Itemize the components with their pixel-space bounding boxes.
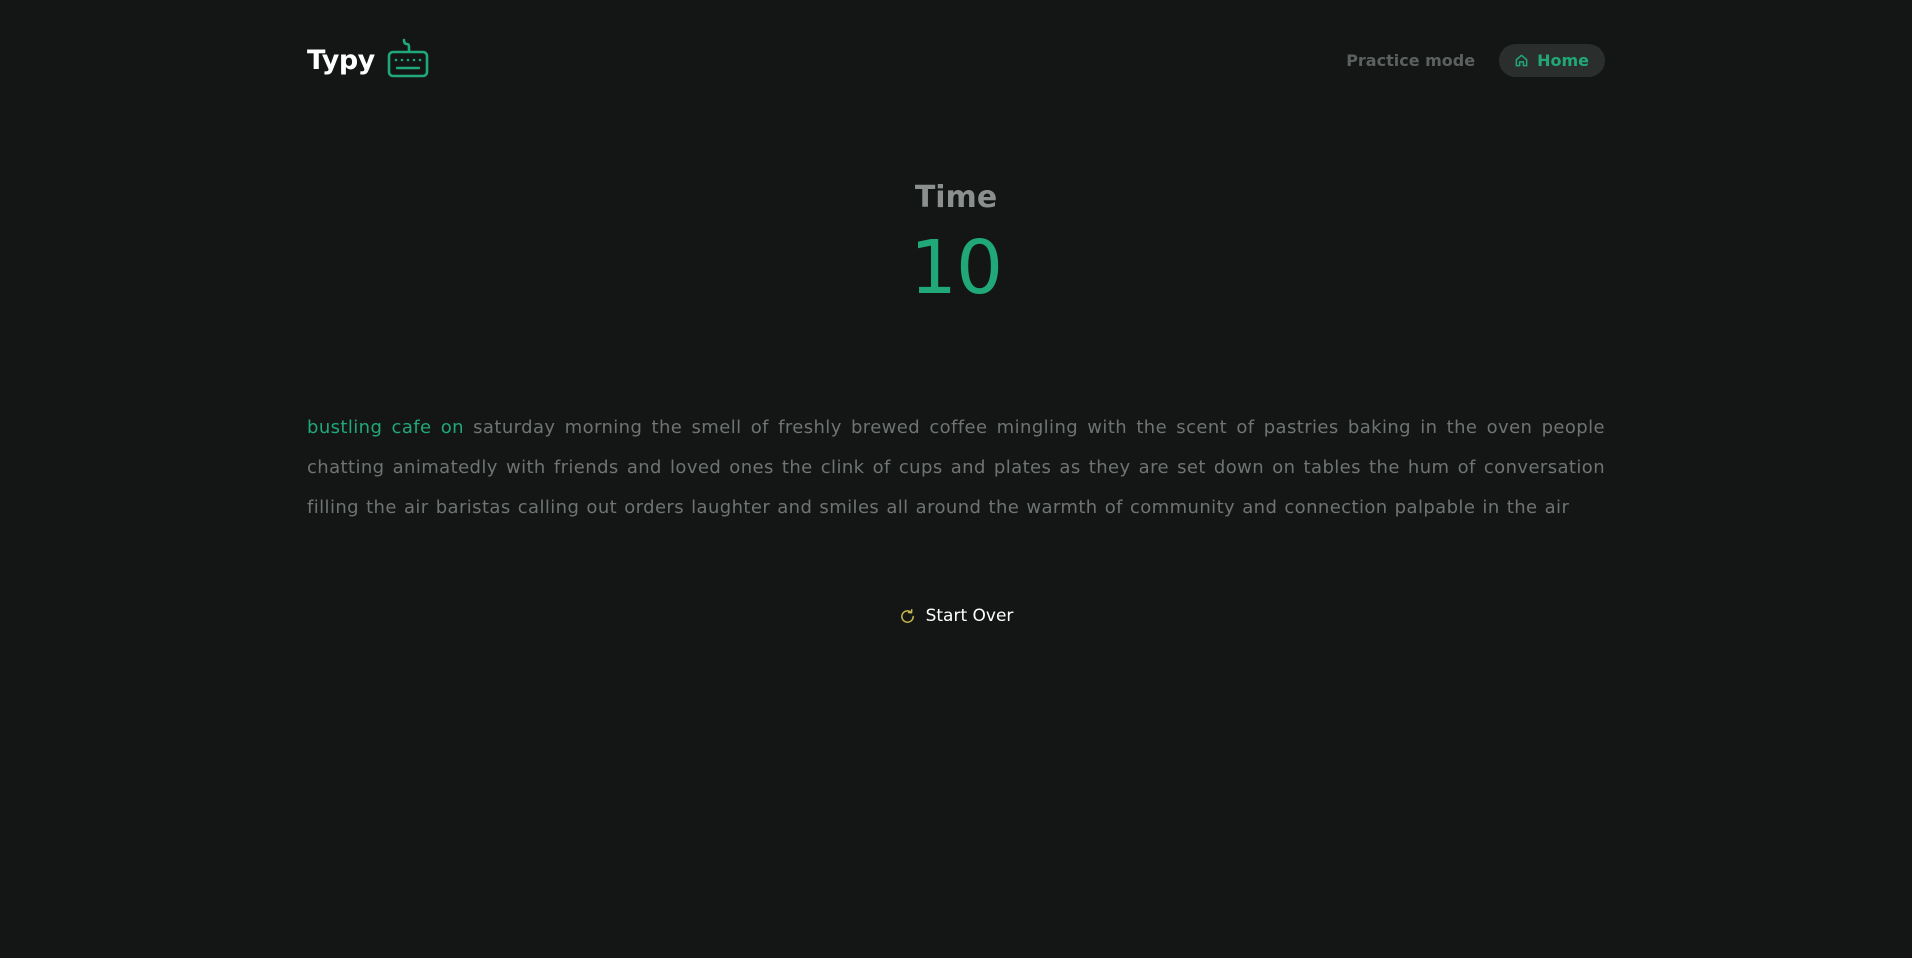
start-over-button[interactable]: Start Over [899, 606, 1014, 626]
timer-display: Time 10 [0, 178, 1912, 308]
timer-value: 10 [909, 225, 1003, 311]
start-over-label: Start Over [925, 606, 1014, 626]
timer-label: Time [914, 180, 998, 215]
refresh-icon [900, 608, 914, 623]
home-label: Home [1537, 50, 1589, 70]
brand-logo[interactable]: Typy [307, 38, 429, 80]
restart-area: Start Over [0, 606, 1912, 626]
typed-text: bustling cafe on [307, 417, 464, 438]
typing-passage[interactable]: bustling cafe on saturday morning the sm… [307, 408, 1605, 528]
main-nav: Practice mode Home [1346, 43, 1605, 77]
remaining-text: saturday morning the smell of freshly br… [307, 417, 1605, 518]
practice-mode-link[interactable]: Practice mode [1346, 51, 1475, 70]
home-icon [1515, 54, 1528, 66]
home-button[interactable]: Home [1499, 43, 1605, 77]
app-name: Typy [307, 44, 375, 76]
keyboard-icon [387, 38, 429, 78]
top-bar: Typy Practice mode Home [307, 30, 1605, 90]
